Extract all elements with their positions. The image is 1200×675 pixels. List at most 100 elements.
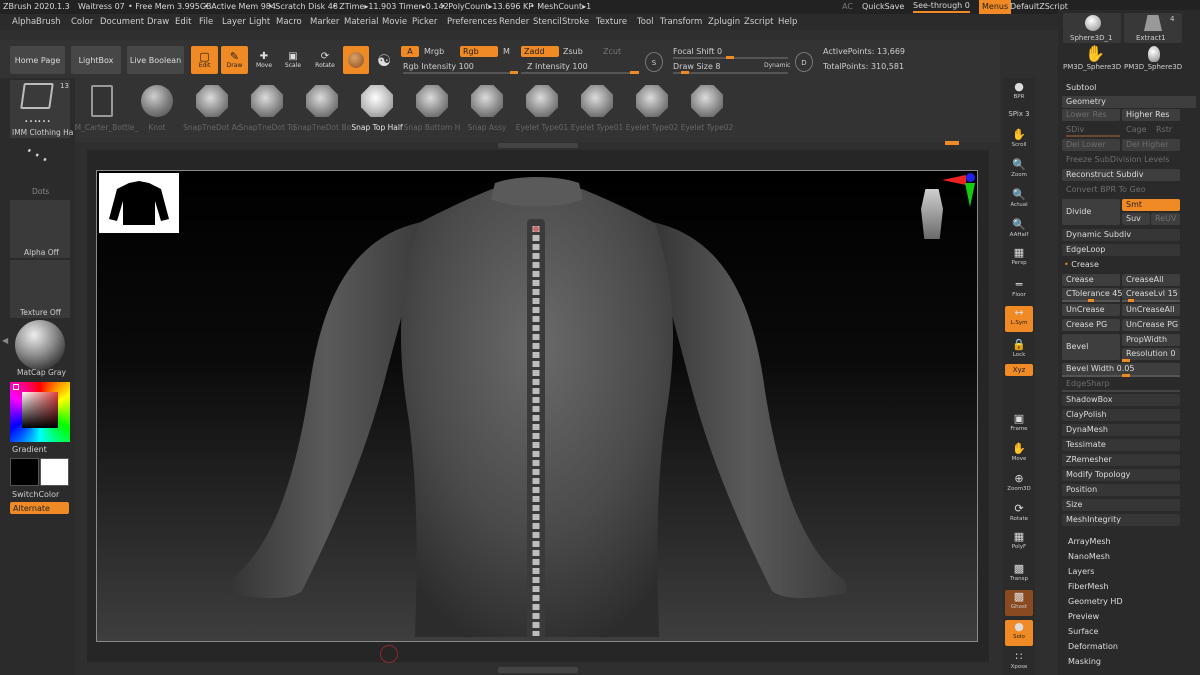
- tool-extract[interactable]: 4 Extract1: [1124, 13, 1182, 43]
- cage-button[interactable]: Cage: [1122, 124, 1152, 136]
- brush-item[interactable]: IMM_Carter_Bottle_Type32: [66, 80, 138, 142]
- bottom-tray-handle[interactable]: [498, 667, 578, 673]
- menu-texture[interactable]: Texture: [596, 14, 627, 30]
- geometry-position[interactable]: Position: [1062, 484, 1180, 496]
- rgb-button[interactable]: Rgb: [460, 46, 498, 57]
- geometry-size[interactable]: Size: [1062, 499, 1180, 511]
- resolution-slider[interactable]: Resolution 0: [1122, 348, 1180, 360]
- switch-color-button[interactable]: SwitchColor: [12, 490, 59, 499]
- top-tray-handle[interactable]: [498, 143, 578, 148]
- dynamic-subdiv-header[interactable]: Dynamic Subdiv: [1062, 229, 1180, 241]
- menu-help[interactable]: Help: [778, 14, 797, 30]
- menu-light[interactable]: Light: [249, 14, 270, 30]
- scale-button[interactable]: ▣ Scale: [282, 46, 304, 74]
- bevel-width-slider[interactable]: Bevel Width 0.05: [1062, 363, 1180, 375]
- gradient-toggle[interactable]: Gradient: [12, 445, 47, 454]
- geometry-header[interactable]: Geometry: [1062, 96, 1196, 108]
- tray-xyz-button[interactable]: Xyz: [1005, 364, 1033, 376]
- menu-tool[interactable]: Tool: [637, 14, 654, 30]
- reuv-button[interactable]: ReUV: [1151, 213, 1180, 225]
- menus-button[interactable]: Menus: [979, 0, 1012, 14]
- crease-pg-button[interactable]: Crease PG: [1062, 319, 1120, 331]
- menu-draw[interactable]: Draw: [147, 14, 169, 30]
- menu-alpha[interactable]: Alpha: [12, 14, 36, 30]
- tray-ghost-button[interactable]: ▩ Ghost: [1005, 590, 1033, 616]
- menu-stencil[interactable]: Stencil: [533, 14, 562, 30]
- draw-button[interactable]: ✎ Draw: [221, 46, 248, 74]
- zcut-button[interactable]: Zcut: [603, 47, 621, 56]
- convert-bpr-button[interactable]: Convert BPR To Geo: [1062, 184, 1180, 196]
- menu-file[interactable]: File: [199, 14, 213, 30]
- menu-color[interactable]: Color: [71, 14, 93, 30]
- menu-zplugin[interactable]: Zplugin: [708, 14, 740, 30]
- brush-item[interactable]: SnapTneDot Bo: [292, 80, 352, 142]
- quicksave-button[interactable]: QuickSave: [862, 0, 904, 14]
- subtool-header[interactable]: Subtool: [1062, 82, 1196, 94]
- tray-rotate-button[interactable]: ⟳ Rotate: [1005, 502, 1033, 528]
- s-button[interactable]: S: [645, 52, 663, 72]
- tray-persp-button[interactable]: ▦ Persp: [1005, 246, 1033, 272]
- alternate-button[interactable]: Alternate: [10, 502, 69, 514]
- divide-button[interactable]: Divide: [1062, 199, 1120, 225]
- color-square[interactable]: [22, 392, 58, 428]
- higher-res-button[interactable]: Higher Res: [1122, 109, 1180, 121]
- geometry-claypolish[interactable]: ClayPolish: [1062, 409, 1180, 421]
- material-swatch-button[interactable]: [343, 46, 369, 74]
- move-button[interactable]: ✚ Move: [253, 46, 275, 74]
- texture-thumbnail[interactable]: Texture Off: [10, 260, 70, 318]
- material-thumbnail[interactable]: MatCap Gray: [10, 320, 70, 378]
- edit-button[interactable]: ▢ Edit: [191, 46, 218, 74]
- subpalette-surface[interactable]: Surface: [1064, 626, 1184, 638]
- brush-item[interactable]: Eyelet Type01: [512, 80, 572, 142]
- menu-preferences[interactable]: Preferences: [447, 14, 497, 30]
- rstr-button[interactable]: Rstr: [1152, 124, 1180, 136]
- crease-button[interactable]: Crease: [1062, 274, 1120, 286]
- subpalette-fibermesh[interactable]: FiberMesh: [1064, 581, 1184, 593]
- suv-toggle[interactable]: Suv: [1122, 213, 1150, 225]
- bevel-button[interactable]: Bevel: [1062, 334, 1120, 360]
- m-button[interactable]: M: [503, 47, 510, 56]
- tray-scroll-button[interactable]: ✋ Scroll: [1005, 128, 1033, 154]
- subpalette-geometry-hd[interactable]: Geometry HD: [1064, 596, 1184, 608]
- smt-toggle[interactable]: Smt: [1122, 199, 1180, 211]
- lower-res-button[interactable]: Lower Res: [1062, 109, 1120, 121]
- brush-item[interactable]: Snap Assy: [457, 80, 517, 142]
- menu-zscript[interactable]: Zscript: [744, 14, 774, 30]
- seethrough-slider[interactable]: See-through 0: [913, 0, 970, 13]
- subpalette-deformation[interactable]: Deformation: [1064, 641, 1184, 653]
- menu-render[interactable]: Render: [499, 14, 529, 30]
- tray-frame-button[interactable]: ▣ Frame: [1005, 412, 1033, 438]
- brush-item[interactable]: Snap Top Half: [347, 80, 407, 142]
- focal-shift-slider[interactable]: Focal Shift 0: [673, 47, 722, 56]
- tray-l-sym-button[interactable]: ↔ L.Sym: [1005, 306, 1033, 332]
- shelf-scroll-marker[interactable]: [945, 141, 959, 145]
- subpalette-nanomesh[interactable]: NanoMesh: [1064, 551, 1184, 563]
- tray-bpr-button[interactable]: ● BPR: [1005, 80, 1033, 106]
- geometry-meshintegrity[interactable]: MeshIntegrity: [1062, 514, 1180, 526]
- left-tray-arrow-icon[interactable]: ◀: [2, 336, 8, 345]
- geometry-modify-topology[interactable]: Modify Topology: [1062, 469, 1180, 481]
- edgeloop-header[interactable]: EdgeLoop: [1062, 244, 1180, 256]
- tray-actual-button[interactable]: 🔍 Actual: [1005, 188, 1033, 214]
- subpalette-masking[interactable]: Masking: [1064, 656, 1184, 668]
- del-higher-button[interactable]: Del Higher: [1122, 139, 1180, 151]
- menu-macro[interactable]: Macro: [276, 14, 302, 30]
- uncrease-button[interactable]: UnCrease: [1062, 304, 1120, 316]
- tray-zoom-button[interactable]: 🔍 Zoom: [1005, 158, 1033, 184]
- tray-aahalf-button[interactable]: 🔍 AAHalf: [1005, 218, 1033, 244]
- subpalette-arraymesh[interactable]: ArrayMesh: [1064, 536, 1184, 548]
- subpalette-preview[interactable]: Preview: [1064, 611, 1184, 623]
- tray-spix-3-button[interactable]: SPix 3: [1005, 108, 1033, 120]
- menu-document[interactable]: Document: [100, 14, 144, 30]
- brush-thumbnail[interactable]: …… 13 IMM Clothing Ha: [10, 80, 73, 138]
- brush-item[interactable]: Eyelet Type01: [567, 80, 627, 142]
- tray-lock-button[interactable]: 🔒 Lock: [1005, 338, 1033, 364]
- document-canvas[interactable]: [96, 170, 978, 642]
- uncrease-all-button[interactable]: UnCreaseAll: [1122, 304, 1180, 316]
- brush-item[interactable]: SnapTneDot Ac: [182, 80, 242, 142]
- menu-edit[interactable]: Edit: [175, 14, 191, 30]
- color-picker[interactable]: [10, 382, 70, 442]
- zadd-button[interactable]: Zadd: [521, 46, 559, 57]
- tray-move-button[interactable]: ✋ Move: [1005, 442, 1033, 468]
- edgesharp-slider[interactable]: EdgeSharp: [1062, 378, 1180, 390]
